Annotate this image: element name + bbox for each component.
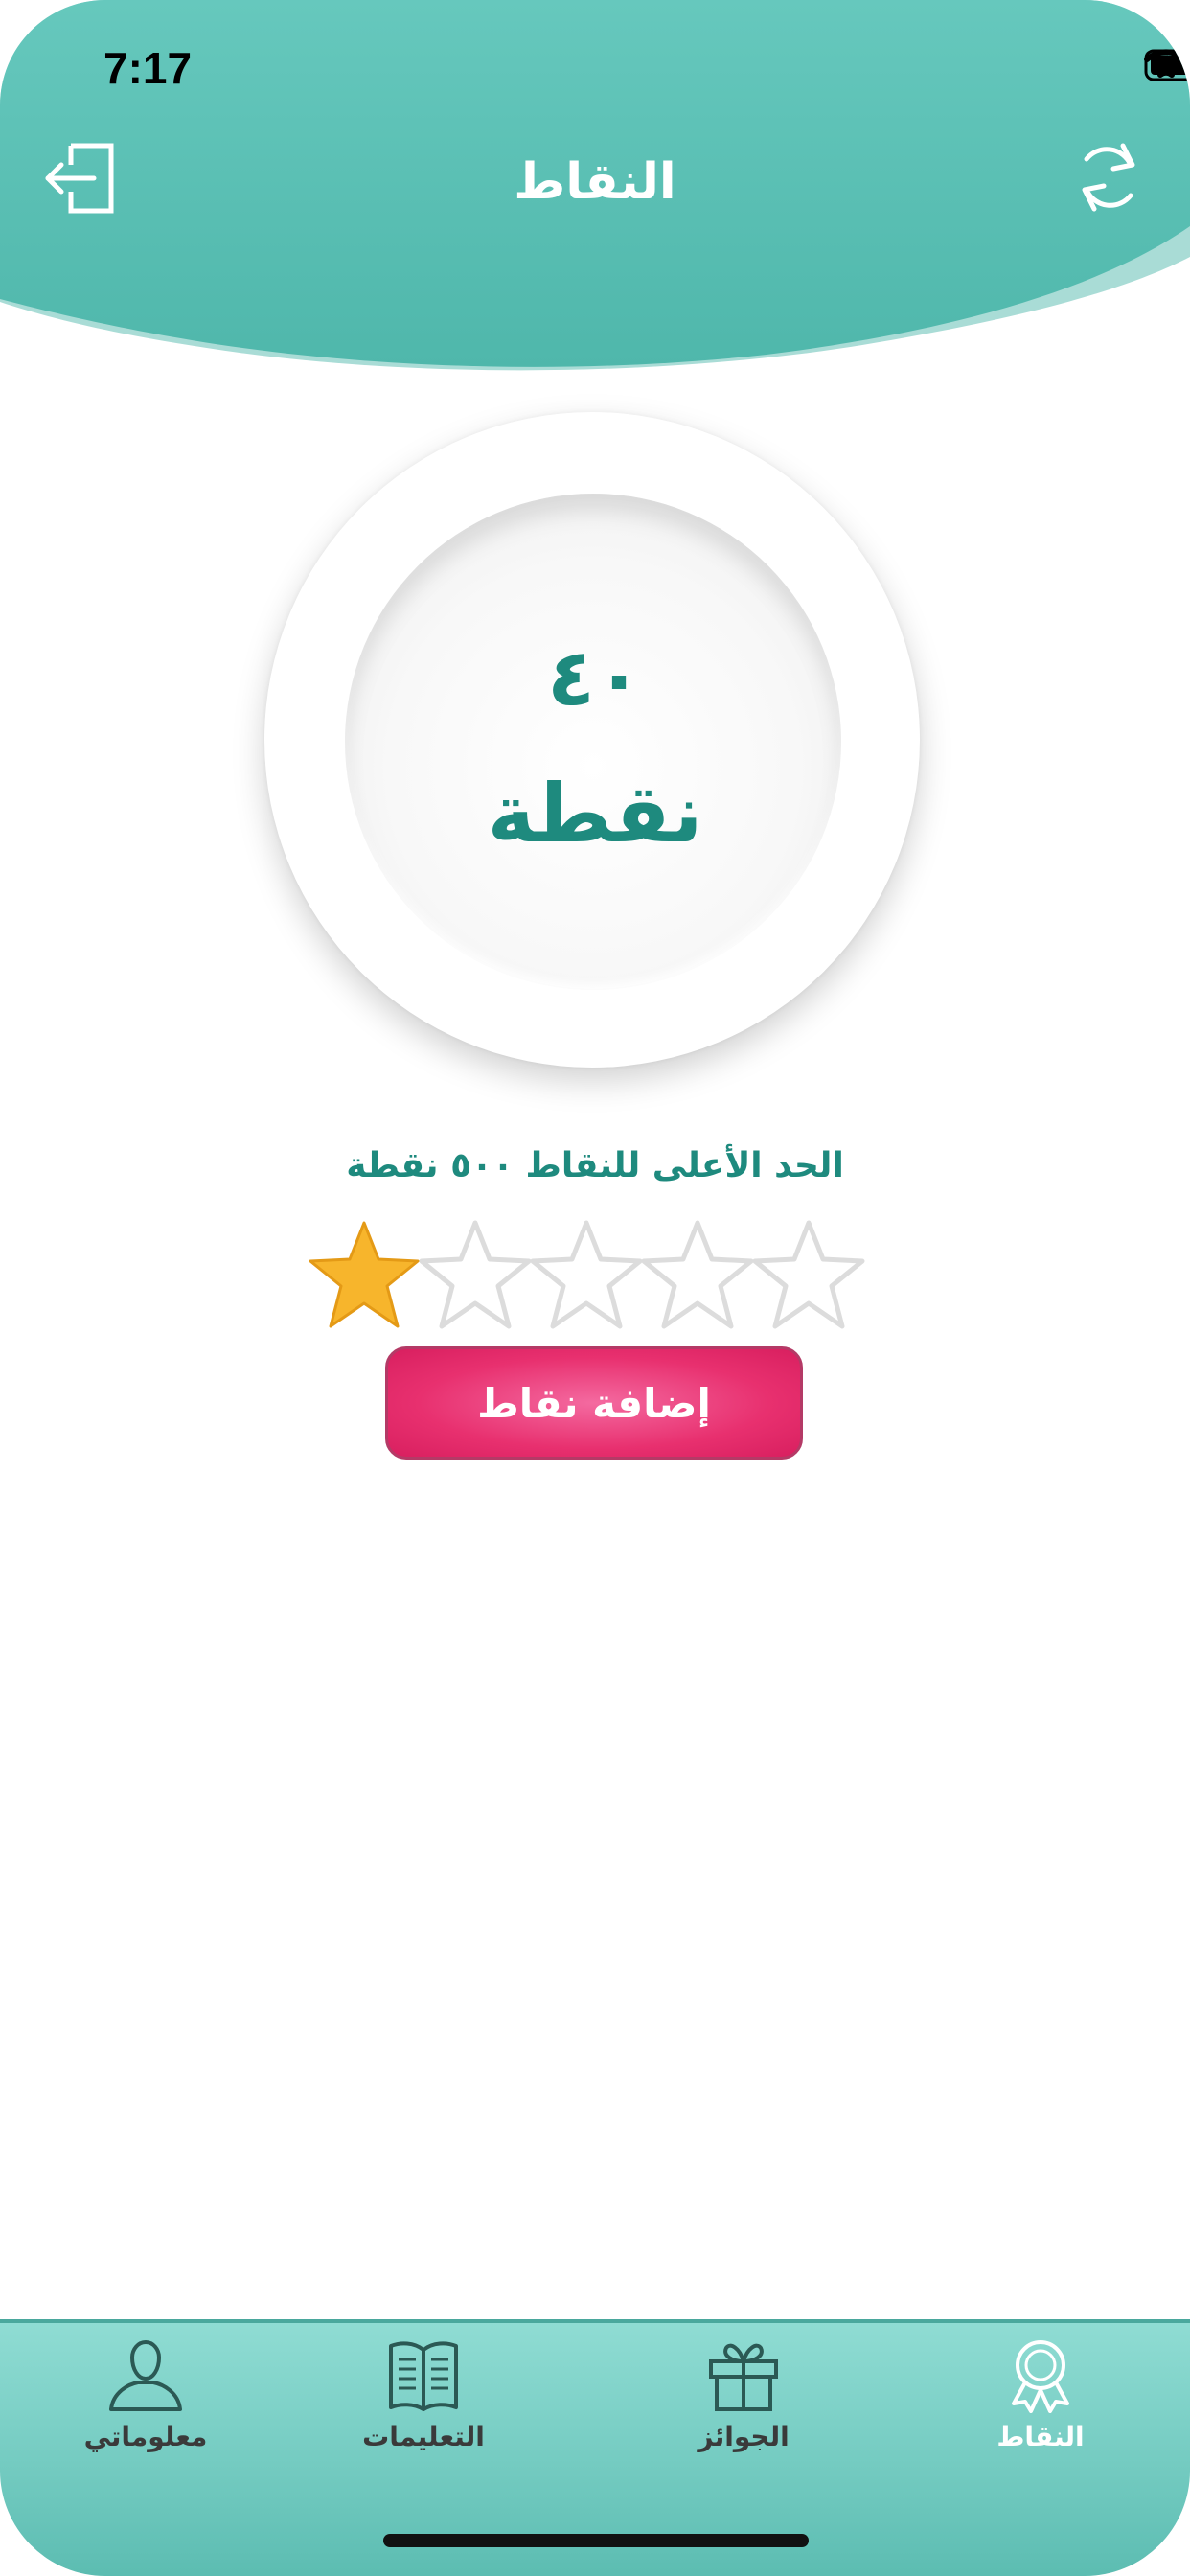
refresh-icon: [1082, 143, 1135, 212]
star-rating: [305, 1217, 865, 1336]
max-points-text: الحد الأعلى للنقاط ٥٠٠ نقطة: [346, 1146, 844, 1185]
page-title: النقاط: [514, 153, 676, 211]
tab-label: التعليمات: [362, 2421, 485, 2452]
star-empty-icon: [752, 1220, 865, 1329]
tab-instructions[interactable]: التعليمات: [309, 2336, 538, 2490]
tab-label: النقاط: [996, 2421, 1085, 2452]
user-icon: [109, 2340, 182, 2411]
points-unit: نقطة: [487, 767, 703, 861]
tab-points[interactable]: النقاط: [926, 2336, 1156, 2490]
status-time: 7:17: [103, 43, 193, 93]
star-empty-icon: [530, 1220, 643, 1329]
tab-prizes[interactable]: الجوائز: [629, 2336, 858, 2490]
tab-my-info[interactable]: معلوماتي: [31, 2336, 261, 2490]
points-value: ٤٠: [546, 632, 644, 724]
battery-icon: [1144, 49, 1190, 81]
points-inner-circle: [345, 494, 841, 990]
star-empty-icon: [641, 1220, 754, 1329]
tab-label: الجوائز: [698, 2421, 790, 2452]
add-points-button[interactable]: إضافة نقاط: [385, 1346, 803, 1460]
book-icon: [389, 2341, 458, 2411]
home-indicator[interactable]: [383, 2534, 809, 2547]
points-screen: 7:17 النقاط ٤٠ نقطة الحد الأعلى للنقاط ٥…: [0, 0, 1190, 2576]
badge-icon: [1012, 2340, 1069, 2413]
header: 7:17 النقاط: [0, 0, 1190, 383]
logout-icon: [45, 143, 114, 214]
star-empty-icon: [419, 1220, 532, 1329]
star-filled-icon: [309, 1221, 420, 1328]
tab-label: معلوماتي: [83, 2421, 208, 2452]
gift-icon: [709, 2343, 778, 2411]
